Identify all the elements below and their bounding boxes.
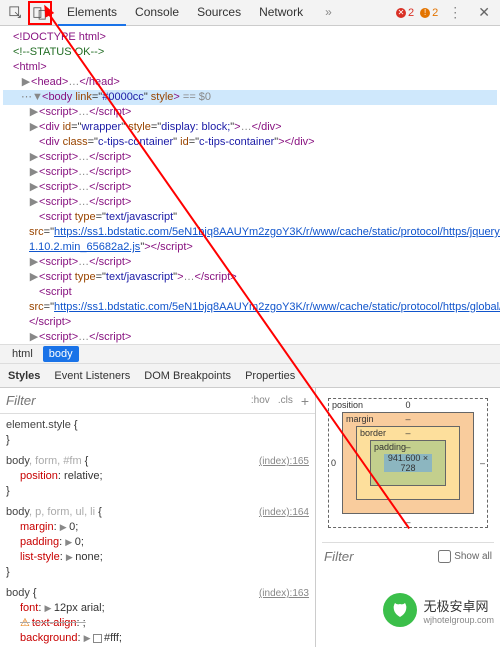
watermark: 无极安卓网 wjhotelgroup.com [383,593,494,627]
dom-line[interactable]: <script type="text/javascript" src="http… [3,210,497,255]
dom-line[interactable]: ▶<div id="wrapper" style="display: block… [3,120,497,135]
dom-line[interactable]: ▶<script>…</script> [3,180,497,195]
dom-line[interactable]: ▶<script type="text/javascript">…</scrip… [3,270,497,285]
styles-pane: :hov .cls + element.style { } (index):16… [0,388,316,647]
box-label-border: border [360,428,386,438]
dom-line[interactable]: ▶<script>…</script> [3,165,497,180]
crumb-body[interactable]: body [43,346,79,362]
rule[interactable]: (index):165 body, form, #fm { position: … [6,454,309,499]
source-link[interactable]: (index):163 [259,586,309,601]
breadcrumb: html body [0,344,500,364]
warning-count-value: 2 [432,7,438,19]
subtab-properties[interactable]: Properties [245,366,295,386]
source-link[interactable]: (index):165 [259,454,309,469]
watermark-logo-icon [383,593,417,627]
box-label-padding: padding [374,442,406,452]
rule[interactable]: (index):164 body, p, form, ul, li { marg… [6,505,309,580]
dom-line[interactable]: <html> [3,60,497,75]
box-label-position: position [332,400,363,410]
box-label-margin: margin [346,414,374,424]
dom-line[interactable]: <!--STATUS OK--> [3,45,497,60]
dom-line[interactable]: ▶<script>…</script> [3,105,497,120]
devtools-toolbar: Elements Console Sources Network » ✕2 !2… [0,0,500,26]
subtab-event-listeners[interactable]: Event Listeners [54,366,130,386]
styles-filter-input[interactable] [6,393,243,408]
error-count-value: 2 [408,7,414,19]
crumb-html[interactable]: html [6,346,39,362]
close-icon[interactable]: ✕ [472,4,496,21]
show-all-toggle[interactable]: Show all [438,550,492,563]
watermark-url: wjhotelgroup.com [423,615,494,625]
inspect-icon[interactable] [4,1,28,25]
tab-console[interactable]: Console [126,0,188,26]
box-model[interactable]: position 0 margin – border – padding – 9… [328,398,488,528]
rules-list: element.style { } (index):165 body, form… [0,414,315,647]
sidebar-tabs: Styles Event Listeners DOM Breakpoints P… [0,364,500,388]
rule[interactable]: element.style { } [6,418,309,448]
tab-network[interactable]: Network [250,0,312,26]
subtab-styles[interactable]: Styles [8,366,40,386]
new-rule-icon[interactable]: + [301,393,309,409]
cls-toggle[interactable]: .cls [278,395,293,406]
dom-line[interactable]: ▶<script>…</script> [3,255,497,270]
error-count[interactable]: ✕2 [396,7,414,19]
dom-line[interactable]: ▶<script>…</script> [3,330,497,344]
source-link[interactable]: (index):164 [259,505,309,520]
hov-toggle[interactable]: :hov [251,395,270,406]
dom-line[interactable]: <div class="c-tips-container" id="c-tips… [3,135,497,150]
dom-line[interactable]: <!DOCTYPE html> [3,30,497,45]
rule[interactable]: (index):163 body { font: ▶ 12px arial; ⚠… [6,586,309,647]
watermark-brand: 无极安卓网 [423,596,494,615]
subtab-dom-breakpoints[interactable]: DOM Breakpoints [144,366,231,386]
settings-icon[interactable]: ⋮ [444,4,466,21]
dom-line[interactable]: <script src="https://ss1.bdstatic.com/5e… [3,285,497,330]
tabs-overflow-icon[interactable]: » [316,0,341,26]
styles-filter-row: :hov .cls + [0,388,315,414]
dom-tree[interactable]: <!DOCTYPE html> <!--STATUS OK--> <html> … [0,26,500,344]
tab-sources[interactable]: Sources [188,0,250,26]
dom-line[interactable]: ▶<head>…</head> [3,75,497,90]
dom-line-selected[interactable]: ⋯▼<body link="#0000cc" style> == $0 [3,90,497,105]
show-all-checkbox[interactable] [438,550,451,563]
computed-filter-row: Show all [322,542,494,570]
dom-line[interactable]: ▶<script>…</script> [3,150,497,165]
computed-filter-input[interactable] [324,549,430,564]
tab-elements[interactable]: Elements [58,0,126,26]
dom-line[interactable]: ▶<script>…</script> [3,195,497,210]
box-content: 941.600 × 728 [384,454,432,472]
panel-tabs: Elements Console Sources Network » [58,0,341,26]
warning-count[interactable]: !2 [420,7,438,19]
